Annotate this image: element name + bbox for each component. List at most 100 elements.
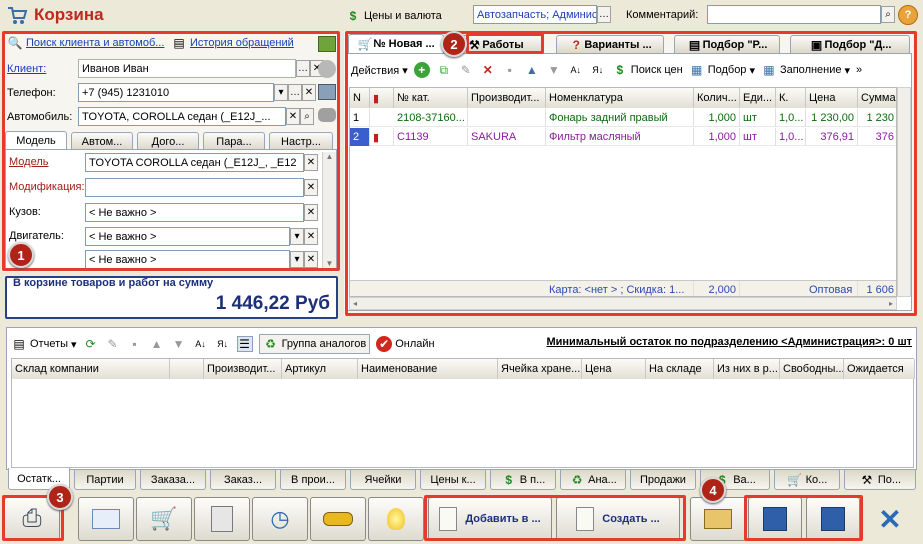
client-card-button[interactable] (78, 497, 134, 541)
engine-clear-button[interactable]: ✕ (304, 228, 318, 245)
body-clear-button[interactable]: ✕ (304, 204, 318, 221)
tab-parties[interactable]: Партии (74, 470, 136, 490)
car-icon[interactable] (318, 108, 336, 122)
client-label[interactable]: Клиент: (7, 63, 46, 75)
sort-asc-icon[interactable]: A↓ (193, 336, 209, 352)
col-price[interactable]: Цена (582, 359, 646, 379)
currency-button[interactable]: $ Цены и валюта (345, 8, 442, 24)
col-in-stock[interactable]: На складе (646, 359, 714, 379)
modification-clear-button[interactable]: ✕ (304, 179, 318, 196)
col-sum[interactable]: Сумма (858, 88, 896, 108)
delete-icon[interactable]: ✕ (480, 62, 496, 78)
modification-field[interactable] (85, 178, 304, 197)
grid-hscrollbar[interactable]: ◂ ▸ (349, 297, 897, 310)
comment-search-button[interactable]: ⌕ (881, 6, 895, 23)
more-icon[interactable]: » (856, 64, 862, 76)
left-scrollbar[interactable]: ▲ ▼ (322, 152, 336, 268)
col-reserved[interactable]: Из них в р... (714, 359, 780, 379)
engine-field[interactable]: < Не важно > (85, 227, 290, 246)
folder-up-icon[interactable] (318, 36, 336, 52)
col-warehouse[interactable]: Склад компании (12, 359, 170, 379)
tab-orders-2[interactable]: Заказ... (210, 470, 276, 490)
client-more-button[interactable]: … (296, 60, 310, 77)
move-down-icon[interactable]: ▼ (546, 62, 562, 78)
price-search-button[interactable]: $ Поиск цен (612, 62, 682, 78)
close-button[interactable]: ✕ (864, 497, 916, 541)
col-flag[interactable] (170, 359, 204, 379)
move-up-icon[interactable]: ▲ (149, 336, 165, 352)
actions-menu[interactable]: Действия ▾ (351, 64, 408, 77)
copy-add-icon[interactable]: ⧉ (436, 62, 452, 78)
edit-icon[interactable]: ✎ (105, 336, 121, 352)
model-clear-button[interactable]: ✕ (304, 154, 318, 171)
save-button[interactable] (806, 497, 860, 541)
add-to-button[interactable]: Добавить в ... (428, 497, 552, 541)
tab-pick-r[interactable]: ▤ Подбор "Р... (674, 35, 780, 53)
filter-icon[interactable]: ☰ (236, 336, 253, 352)
online-toggle[interactable]: ✔ Онлайн (376, 336, 435, 352)
phone-clear-button[interactable]: ✕ (302, 84, 316, 101)
move-down-icon[interactable]: ▼ (171, 336, 187, 352)
table-row[interactable]: 2 ▮ C1139 SAKURA Фильтр масляный 1,000 ш… (350, 128, 896, 146)
history-link[interactable]: ▤ История обращений (171, 35, 293, 51)
phone-dropdown-button[interactable]: ▾ (274, 84, 288, 101)
tab-settings[interactable]: Настр... (269, 132, 333, 150)
phone-field[interactable]: +7 (945) 1231010 (78, 83, 274, 102)
client-field[interactable]: Иванов Иван (78, 59, 296, 78)
engine-dropdown-button[interactable]: ▾ (290, 228, 304, 245)
extra-clear-button[interactable]: ✕ (304, 251, 318, 268)
tab-cells[interactable]: Ячейки (350, 470, 416, 490)
extra-dropdown-button[interactable]: ▾ (290, 251, 304, 268)
model-field[interactable]: TOYOTA COROLLA седан (_E12J_, _E12 (85, 153, 304, 172)
car-search-button[interactable]: ⌕ (300, 108, 314, 125)
car-field[interactable]: TOYOTA, COROLLA седан (_E12J_... (78, 107, 286, 126)
refresh-icon[interactable]: ⟳ (83, 336, 99, 352)
tab-in-transit[interactable]: $ В п... (490, 470, 556, 490)
fill-menu[interactable]: ▦ Заполнение ▾ (761, 62, 850, 78)
save-icon[interactable]: ▪ (127, 336, 143, 352)
tab-new-order[interactable]: 🛒 № Новая ... (348, 34, 444, 53)
tab-pick-d[interactable]: ▣ Подбор "Д... (790, 35, 910, 53)
create-button[interactable]: Создать ... (556, 497, 680, 541)
extra-field[interactable]: < Не важно > (85, 250, 290, 269)
schedule-button[interactable]: ◷ (252, 497, 308, 541)
help-icon[interactable]: ? (898, 5, 918, 25)
tab-basket[interactable]: 🛒 Ко... (774, 470, 840, 490)
tab-contracts[interactable]: Дого... (137, 132, 199, 150)
tab-auto[interactable]: Автом... (71, 132, 133, 150)
col-name[interactable]: Номенклатура (546, 88, 694, 108)
grid-vscrollbar[interactable] (897, 87, 911, 297)
phone-more-button[interactable]: … (288, 84, 302, 101)
person-icon[interactable] (318, 60, 336, 78)
col-k[interactable]: К. (776, 88, 806, 108)
tab-in-production[interactable]: В прои... (280, 470, 346, 490)
col-maker[interactable]: Производит... (468, 88, 546, 108)
phone-book-icon[interactable] (318, 84, 336, 100)
save-close-button[interactable] (748, 497, 802, 541)
table-row[interactable]: 1 2108-37160... Фонарь задний правый 1,0… (350, 109, 896, 127)
organization-select-button[interactable]: … (597, 6, 611, 23)
col-free[interactable]: Свободны... (780, 359, 844, 379)
save-grid-icon[interactable]: ▪ (502, 62, 518, 78)
tab-sales[interactable]: Продажи (630, 470, 696, 490)
edit-icon[interactable]: ✎ (458, 62, 474, 78)
col-cat[interactable]: № кат. (394, 88, 468, 108)
tab-variants[interactable]: ? Варианты ... (556, 35, 664, 53)
move-up-icon[interactable]: ▲ (524, 62, 540, 78)
add-icon[interactable]: + (413, 62, 430, 78)
tab-model[interactable]: Модель (5, 131, 67, 150)
col-expected[interactable]: Ожидается (844, 359, 915, 379)
calculator-button[interactable] (194, 497, 250, 541)
pick-menu[interactable]: ▦ Подбор ▾ (689, 62, 755, 78)
col-article[interactable]: Артикул (282, 359, 358, 379)
car-button[interactable] (310, 497, 366, 541)
open-button[interactable] (690, 497, 746, 541)
search-client-link[interactable]: 🔍 Поиск клиента и автомоб... (7, 35, 165, 51)
col-price[interactable]: Цена (806, 88, 858, 108)
col-icon[interactable]: ▮ (370, 88, 394, 108)
organization-field[interactable]: Автозапчасть; Админис (473, 5, 597, 24)
col-cell[interactable]: Ячейка хране... (498, 359, 582, 379)
col-maker[interactable]: Производит... (204, 359, 282, 379)
tab-pick[interactable]: ⚒ По... (844, 470, 916, 490)
col-unit[interactable]: Еди... (740, 88, 776, 108)
